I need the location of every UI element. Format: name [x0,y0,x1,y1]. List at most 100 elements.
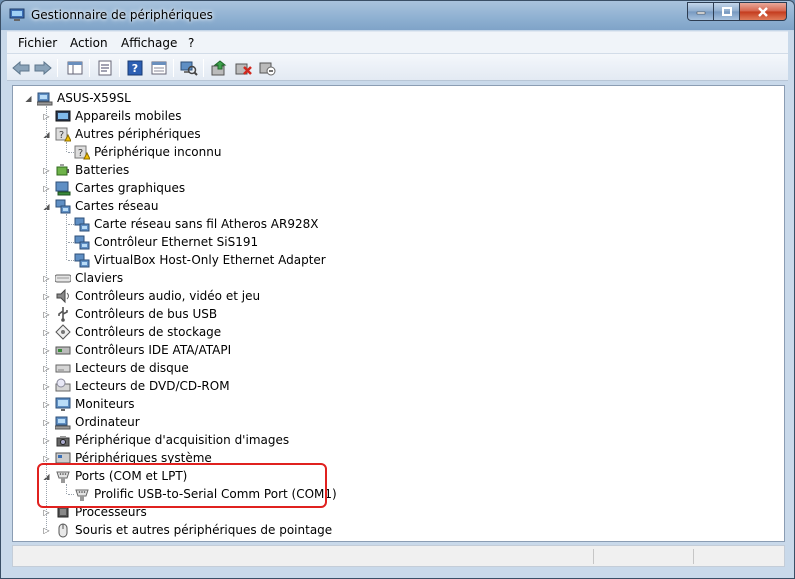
tree-category[interactable]: Contrôleurs de bus USB [55,305,217,323]
maximize-button[interactable] [713,2,740,21]
disk-drive-icon [55,360,71,376]
tree-category[interactable]: Moniteurs [55,395,135,413]
menu-fichier[interactable]: Fichier [18,36,57,50]
tree-category[interactable]: Lecteurs de DVD/CD-ROM [55,377,230,395]
tree-device[interactable]: Carte réseau sans fil Atheros AR928X [74,215,318,233]
network-adapter-icon [74,252,90,268]
help-icon: ? [127,60,143,76]
tree-category[interactable]: Claviers [55,269,123,287]
window-title: Gestionnaire de périphériques [31,8,213,22]
tree-category[interactable]: Cartes graphiques [55,179,185,197]
tree-node-label: Claviers [75,271,124,285]
tree-node-label: Périphérique inconnu [94,145,222,159]
computer-icon [55,414,71,430]
tree-node-label: Moniteurs [75,397,135,411]
back-arrow-icon [12,61,30,75]
scan-hardware-button[interactable] [179,58,199,78]
tree-node-label: Ordinateur [75,415,140,429]
audio-icon [55,288,71,304]
tree-node-label: Appareils mobiles [75,109,182,123]
tree-device[interactable]: VirtualBox Host-Only Ethernet Adapter [74,251,326,269]
usb-icon [55,306,71,322]
tree-category[interactable]: Périphérique d'acquisition d'images [55,431,289,449]
tree-root-computer[interactable]: ASUS-X59SL [37,89,131,107]
show-hidden-button[interactable] [149,58,169,78]
tree-node-label: Périphérique d'acquisition d'images [75,433,290,447]
tree-node-label: Batteries [75,163,130,177]
tree-node-label: VirtualBox Host-Only Ethernet Adapter [94,253,326,267]
tree-node-label: Autres périphériques [75,127,201,141]
tree-category[interactable]: ? Autres périphériques [55,125,201,143]
menu-help[interactable]: ? [188,36,194,50]
tree-node-label: Contrôleur Ethernet SiS191 [94,235,259,249]
uninstall-button[interactable] [233,58,253,78]
device-manager-window: Gestionnaire de périphériques Fichier Ac… [0,0,795,579]
tree-node-label: Contrôleurs audio, vidéo et jeu [75,289,261,303]
console-tree-button[interactable] [65,58,85,78]
computer-icon [37,90,53,106]
svg-text:?: ? [132,62,138,75]
svg-text:?: ? [78,148,83,159]
back-button[interactable] [11,58,31,78]
tree-device[interactable]: ? Périphérique inconnu [74,143,221,161]
unknown-device-icon: ? [74,144,90,160]
monitor-icon [55,396,71,412]
collapse-triangle-icon[interactable]: ◢ [24,94,33,103]
title-bar[interactable]: Gestionnaire de périphériques [1,1,794,30]
tree-category[interactable]: Cartes réseau [55,197,158,215]
tree-node-label: Souris et autres périphériques de pointa… [75,523,333,537]
tree-connector-line [68,152,74,153]
network-adapter-icon [74,216,90,232]
tree-node-label: Lecteurs de disque [75,361,189,375]
update-driver-button[interactable] [209,58,229,78]
menu-bar: Fichier Action Affichage ? [7,31,788,53]
show-hidden-icon [151,61,167,75]
device-manager-icon [9,8,25,21]
ports-highlight [37,463,327,508]
tree-category[interactable]: Contrôleurs de stockage [55,323,221,341]
tree-device[interactable]: Contrôleur Ethernet SiS191 [74,233,258,251]
tree-category[interactable]: Batteries [55,161,129,179]
tree-category[interactable]: Souris et autres périphériques de pointa… [55,521,332,539]
console-tree-icon [67,61,83,75]
unknown-device-icon: ? [55,126,71,142]
minimize-button[interactable] [687,2,714,21]
network-adapter-icon [74,234,90,250]
tree-connector-line [66,142,67,152]
close-icon [758,6,768,17]
status-bar [12,545,785,567]
properties-icon [98,60,112,76]
imaging-icon [55,432,71,448]
tree-category[interactable]: Contrôleurs audio, vidéo et jeu [55,287,260,305]
menu-action[interactable]: Action [70,36,108,50]
tree-connector-line [66,214,67,260]
toolbar: ? [7,53,788,81]
tree-node-label: Contrôleurs IDE ATA/ATAPI [75,343,232,357]
maximize-icon [721,7,732,16]
uninstall-icon [235,63,252,75]
tree-node-label: ASUS-X59SL [57,91,131,105]
minimize-icon [696,11,705,14]
tree-connector-line [68,260,74,261]
close-button[interactable] [739,2,787,21]
tree-category[interactable]: Ordinateur [55,413,140,431]
storage-icon [55,324,71,340]
forward-button[interactable] [33,58,53,78]
properties-button[interactable] [95,58,115,78]
tree-connector-line [68,242,74,243]
tree-category[interactable]: Contrôleurs IDE ATA/ATAPI [55,341,231,359]
tree-category[interactable]: Lecteurs de disque [55,359,189,377]
tree-category[interactable]: Appareils mobiles [55,107,182,125]
tree-node-label: Carte réseau sans fil Atheros AR928X [94,217,319,231]
display-adapter-icon [55,180,71,196]
scan-hardware-icon [180,61,198,76]
help-button[interactable]: ? [125,58,145,78]
menu-affichage[interactable]: Affichage [121,36,177,50]
forward-arrow-icon [34,61,52,75]
svg-text:?: ? [59,130,64,141]
tree-node-label: Contrôleurs de stockage [75,325,222,339]
disable-button[interactable] [257,58,277,78]
network-adapter-icon [55,198,71,214]
tree-node-label: Lecteurs de DVD/CD-ROM [75,379,230,393]
ide-icon [55,342,71,358]
